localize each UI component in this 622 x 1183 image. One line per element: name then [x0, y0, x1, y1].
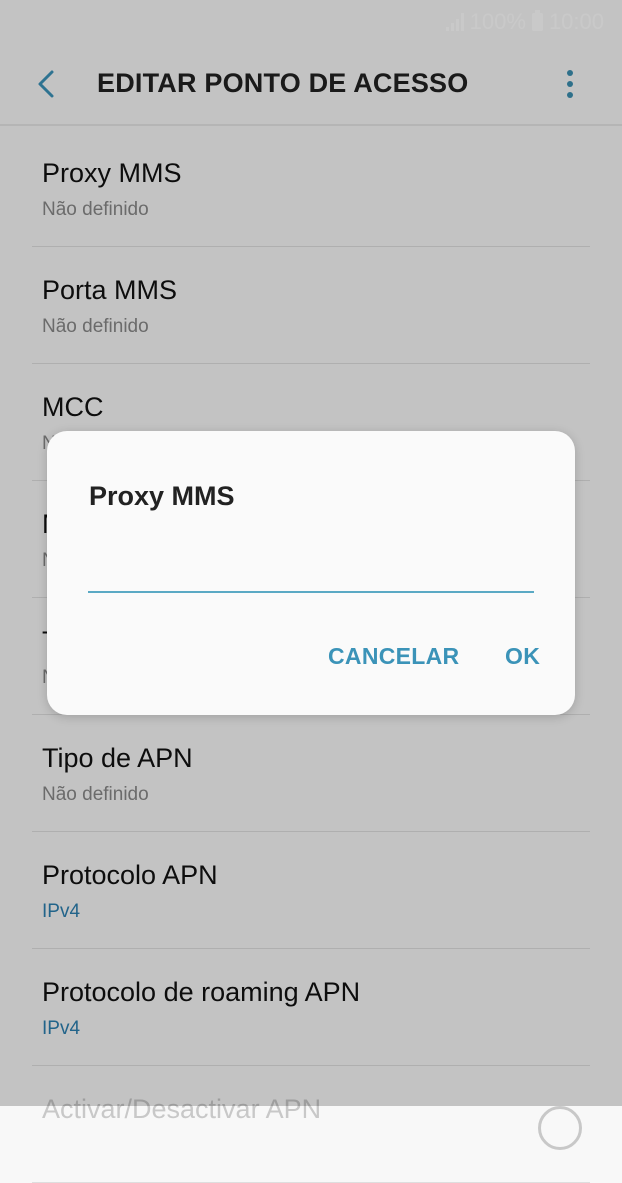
apn-toggle-switch[interactable] [538, 1106, 582, 1150]
proxy-mms-input[interactable] [88, 551, 534, 593]
dialog-title: Proxy MMS [89, 481, 235, 511]
cancel-button[interactable]: CANCELAR [328, 643, 459, 670]
ok-button[interactable]: OK [505, 643, 540, 670]
proxy-mms-dialog: Proxy MMS CANCELAR OK [47, 431, 575, 715]
edit-apn-screen: 100% 10:00 EDITAR PONTO DE ACESSO Proxy … [0, 0, 622, 1183]
